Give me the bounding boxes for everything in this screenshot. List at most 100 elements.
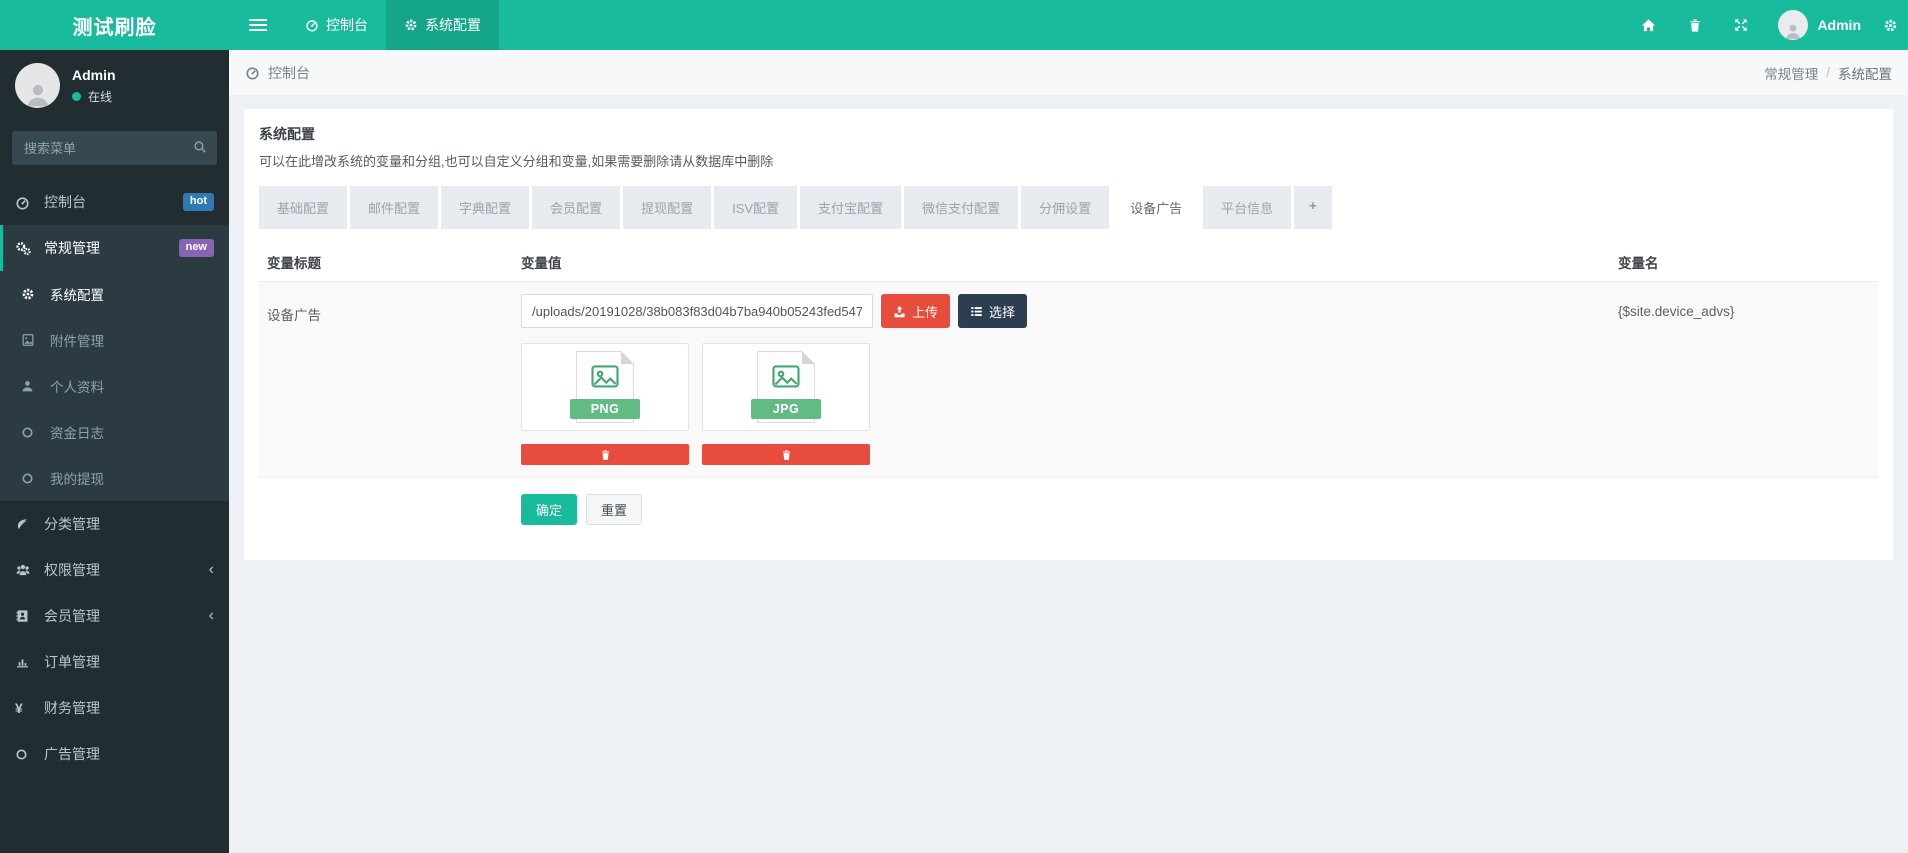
- choose-button-label: 选择: [989, 304, 1016, 320]
- breadcrumb-location-label: 控制台: [268, 64, 310, 81]
- tab-mail-config[interactable]: 邮件配置: [350, 186, 439, 229]
- sidebar-item-general-manage[interactable]: 常规管理 new: [0, 225, 229, 271]
- circle-icon: [15, 748, 37, 761]
- fullscreen-button[interactable]: [1718, 0, 1764, 50]
- sidebar-user-info: Admin 在线: [72, 67, 116, 105]
- sidebar-item-label: 会员管理: [44, 608, 100, 624]
- trash-icon: [600, 449, 611, 461]
- sidebar-item-system-config[interactable]: 系统配置: [0, 271, 229, 317]
- table-row: 设备广告 上传: [259, 282, 1878, 477]
- tab-device-ads[interactable]: 设备广告: [1112, 186, 1201, 229]
- sidebar-item-my-withdraw[interactable]: 我的提现: [0, 455, 229, 501]
- tab-platform-info[interactable]: 平台信息: [1203, 186, 1292, 229]
- submit-button[interactable]: 确定: [521, 494, 578, 525]
- breadcrumb-section-link[interactable]: 常规管理: [1764, 63, 1818, 83]
- empty-cell: [1610, 478, 1878, 545]
- breadcrumb-bar: 控制台 常规管理 / 系统配置: [229, 50, 1908, 95]
- config-tab-bar: 基础配置 邮件配置 字典配置 会员配置 提现配置 ISV配置 支付宝配置 微信支…: [259, 186, 1878, 229]
- sidebar-menu: 控制台 hot 常规管理 new 系统配置 附件管理 个人资料 资金日志 我的提…: [0, 179, 229, 777]
- sidebar-item-label: 附件管理: [50, 334, 104, 349]
- file-type-badge: JPG: [751, 399, 821, 419]
- row-varname: {$site.device_advs}: [1618, 304, 1735, 319]
- actions-cell: 确定 重置: [513, 478, 1610, 545]
- clear-cache-button[interactable]: [1672, 0, 1718, 50]
- sidebar-item-label: 常规管理: [44, 240, 100, 256]
- sidebar-item-auth-manage[interactable]: 权限管理 ‹: [0, 547, 229, 593]
- avatar[interactable]: [15, 63, 60, 108]
- tab-dictionary-config[interactable]: 字典配置: [441, 186, 530, 229]
- tab-basic-config[interactable]: 基础配置: [259, 186, 348, 229]
- dashboard-icon: [305, 18, 319, 32]
- sidebar-item-label: 个人资料: [50, 380, 104, 395]
- table-actions-row: 确定 重置: [259, 477, 1878, 545]
- settings-button[interactable]: [1875, 0, 1906, 50]
- tab-commission-config[interactable]: 分佣设置: [1021, 186, 1110, 229]
- online-status-dot: [72, 91, 81, 101]
- sidebar-item-attachment-manage[interactable]: 附件管理: [0, 317, 229, 363]
- tab-alipay-config[interactable]: 支付宝配置: [800, 186, 902, 229]
- config-panel: 系统配置 可以在此增改系统的变量和分组,也可以自定义分组和变量,如果需要删除请从…: [244, 109, 1893, 560]
- circle-icon: [21, 472, 43, 485]
- search-icon[interactable]: [193, 140, 207, 154]
- file-path-input[interactable]: [521, 294, 873, 328]
- sidebar-user-panel: Admin 在线: [0, 50, 229, 121]
- sidebar-item-label: 我的提现: [50, 472, 104, 487]
- gear-icon: [404, 18, 418, 32]
- sidebar-item-member-manage[interactable]: 会员管理 ‹: [0, 593, 229, 639]
- file-preview-column: JPG: [702, 343, 870, 465]
- row-title: 设备广告: [267, 308, 321, 323]
- home-icon: [1641, 18, 1656, 33]
- reset-button[interactable]: 重置: [586, 494, 643, 525]
- table-header-row: 变量标题 变量值 变量名: [259, 243, 1878, 282]
- dashboard-icon: [245, 65, 260, 80]
- sidebar-item-order-manage[interactable]: 订单管理: [0, 639, 229, 685]
- page-title: 系统配置: [259, 126, 315, 142]
- gear-icon: [21, 287, 43, 301]
- username-label: Admin: [1817, 17, 1861, 33]
- app-window: 测试刷脸 控制台 系统配置 Admin Admin 在线 搜索菜单 控制台 ho…: [0, 0, 1908, 853]
- sidebar-item-money-log[interactable]: 资金日志: [0, 409, 229, 455]
- content-area: 控制台 常规管理 / 系统配置 系统配置 可以在此增改系统的变量和分组,也可以自…: [229, 50, 1908, 853]
- brand-logo[interactable]: 测试刷脸: [0, 0, 229, 50]
- chevron-left-icon: ‹: [208, 561, 214, 578]
- home-button[interactable]: [1625, 0, 1672, 50]
- navbar-actions: Admin: [1625, 0, 1908, 50]
- tab-wechat-pay-config[interactable]: 微信支付配置: [904, 186, 1019, 229]
- sidebar-item-profile[interactable]: 个人资料: [0, 363, 229, 409]
- sidebar-item-label: 资金日志: [50, 426, 104, 441]
- tab-withdraw-config[interactable]: 提现配置: [623, 186, 712, 229]
- add-tab-button[interactable]: +: [1294, 186, 1332, 229]
- trash-icon: [1688, 18, 1702, 33]
- nav-tab-system-config[interactable]: 系统配置: [386, 0, 499, 50]
- tab-isv-config[interactable]: ISV配置: [714, 186, 798, 229]
- file-preview-card: PNG: [521, 343, 689, 431]
- column-header-title: 变量标题: [267, 256, 321, 271]
- nav-tab-console[interactable]: 控制台: [287, 0, 386, 50]
- delete-file-button[interactable]: [521, 444, 689, 465]
- tab-member-config[interactable]: 会员配置: [532, 186, 621, 229]
- sidebar: Admin 在线 控制台: [0, 50, 229, 853]
- sidebar-item-label: 系统配置: [50, 288, 104, 303]
- sidebar-item-ad-manage[interactable]: 广告管理: [0, 731, 229, 777]
- breadcrumb-separator: /: [1826, 65, 1830, 80]
- upload-button[interactable]: 上传: [881, 294, 951, 328]
- hamburger-icon: [249, 19, 267, 31]
- expand-arrows-icon: [1734, 18, 1748, 32]
- file-preview-card: JPG: [702, 343, 870, 431]
- top-navbar: 测试刷脸 控制台 系统配置 Admin: [0, 0, 1908, 50]
- upload-input-group: 上传 选择: [521, 294, 1602, 328]
- user-menu[interactable]: Admin: [1764, 10, 1875, 40]
- delete-file-button[interactable]: [702, 444, 870, 465]
- sidebar-toggle-button[interactable]: [229, 0, 287, 50]
- sidebar-item-finance-manage[interactable]: ¥ 财务管理: [0, 685, 229, 731]
- trash-icon: [781, 449, 792, 461]
- sidebar-item-console[interactable]: 控制台 hot: [0, 179, 229, 225]
- search-input[interactable]: [12, 131, 217, 165]
- choose-button[interactable]: 选择: [958, 294, 1028, 328]
- sidebar-item-category-manage[interactable]: 分类管理: [0, 501, 229, 547]
- chevron-left-icon: ‹: [208, 607, 214, 624]
- empty-cell: [259, 478, 513, 545]
- sidebar-search: [12, 131, 217, 165]
- bar-chart-icon: [15, 655, 37, 669]
- sidebar-item-label: 控制台: [44, 194, 86, 210]
